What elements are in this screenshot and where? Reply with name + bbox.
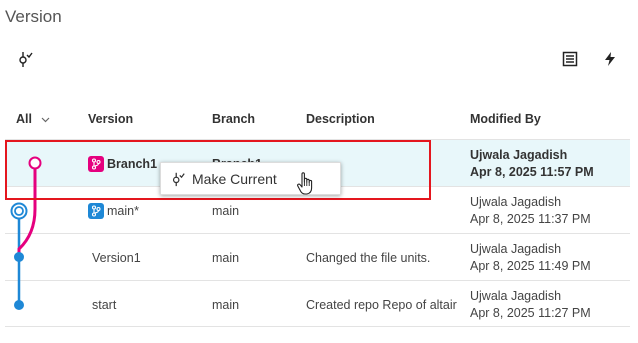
commit-filter-button[interactable] xyxy=(14,49,36,69)
filter-all-label: All xyxy=(16,112,32,126)
modified-by-user: Ujwala Jagadish xyxy=(470,195,562,209)
column-header-description[interactable]: Description xyxy=(306,112,375,126)
modified-by-user: Ujwala Jagadish xyxy=(470,242,562,256)
branch-badge xyxy=(88,202,104,219)
modified-date: Apr 8, 2025 11:49 PM xyxy=(470,259,591,273)
commit-icon xyxy=(19,52,33,67)
quick-action-button[interactable] xyxy=(600,49,620,69)
version-name[interactable]: Version1 xyxy=(92,251,141,265)
row-divider xyxy=(5,280,630,281)
description-text: Changed the file units. xyxy=(306,251,431,265)
modified-date: Apr 8, 2025 11:37 PM xyxy=(470,212,591,226)
page-title: Version xyxy=(5,7,62,26)
branch-name: main xyxy=(212,298,240,312)
graph-node-start xyxy=(14,300,24,310)
row-divider xyxy=(5,233,630,234)
column-header-branch[interactable]: Branch xyxy=(212,112,255,126)
row-divider xyxy=(5,326,630,327)
branch-icon xyxy=(91,205,101,217)
version-name[interactable]: start xyxy=(92,298,116,312)
filter-all-dropdown[interactable]: All xyxy=(16,112,50,126)
graph-node-version1 xyxy=(14,252,24,262)
hand-cursor-icon xyxy=(297,172,313,195)
modified-date: Apr 8, 2025 11:27 PM xyxy=(470,306,591,320)
list-icon xyxy=(562,51,578,67)
modified-by-user: Ujwala Jagadish xyxy=(470,289,562,303)
branch-name: main xyxy=(212,251,240,265)
make-current-menu-item[interactable]: Make Current xyxy=(170,171,277,187)
description-text: Created repo Repo of altair xyxy=(306,298,457,312)
modified-date: Apr 8, 2025 11:57 PM xyxy=(470,165,594,179)
make-current-label: Make Current xyxy=(192,170,277,187)
chevron-down-icon xyxy=(42,117,50,123)
column-header-version[interactable]: Version xyxy=(88,112,133,126)
modified-by-user: Ujwala Jagadish xyxy=(470,148,568,162)
branch-name: main xyxy=(212,204,240,218)
version-name: main* xyxy=(107,204,139,218)
commit-icon xyxy=(172,172,185,186)
lightning-icon xyxy=(605,52,615,66)
list-view-button[interactable] xyxy=(559,49,581,69)
table-row[interactable]: main* xyxy=(88,202,139,220)
column-header-modified-by[interactable]: Modified By xyxy=(470,112,541,126)
